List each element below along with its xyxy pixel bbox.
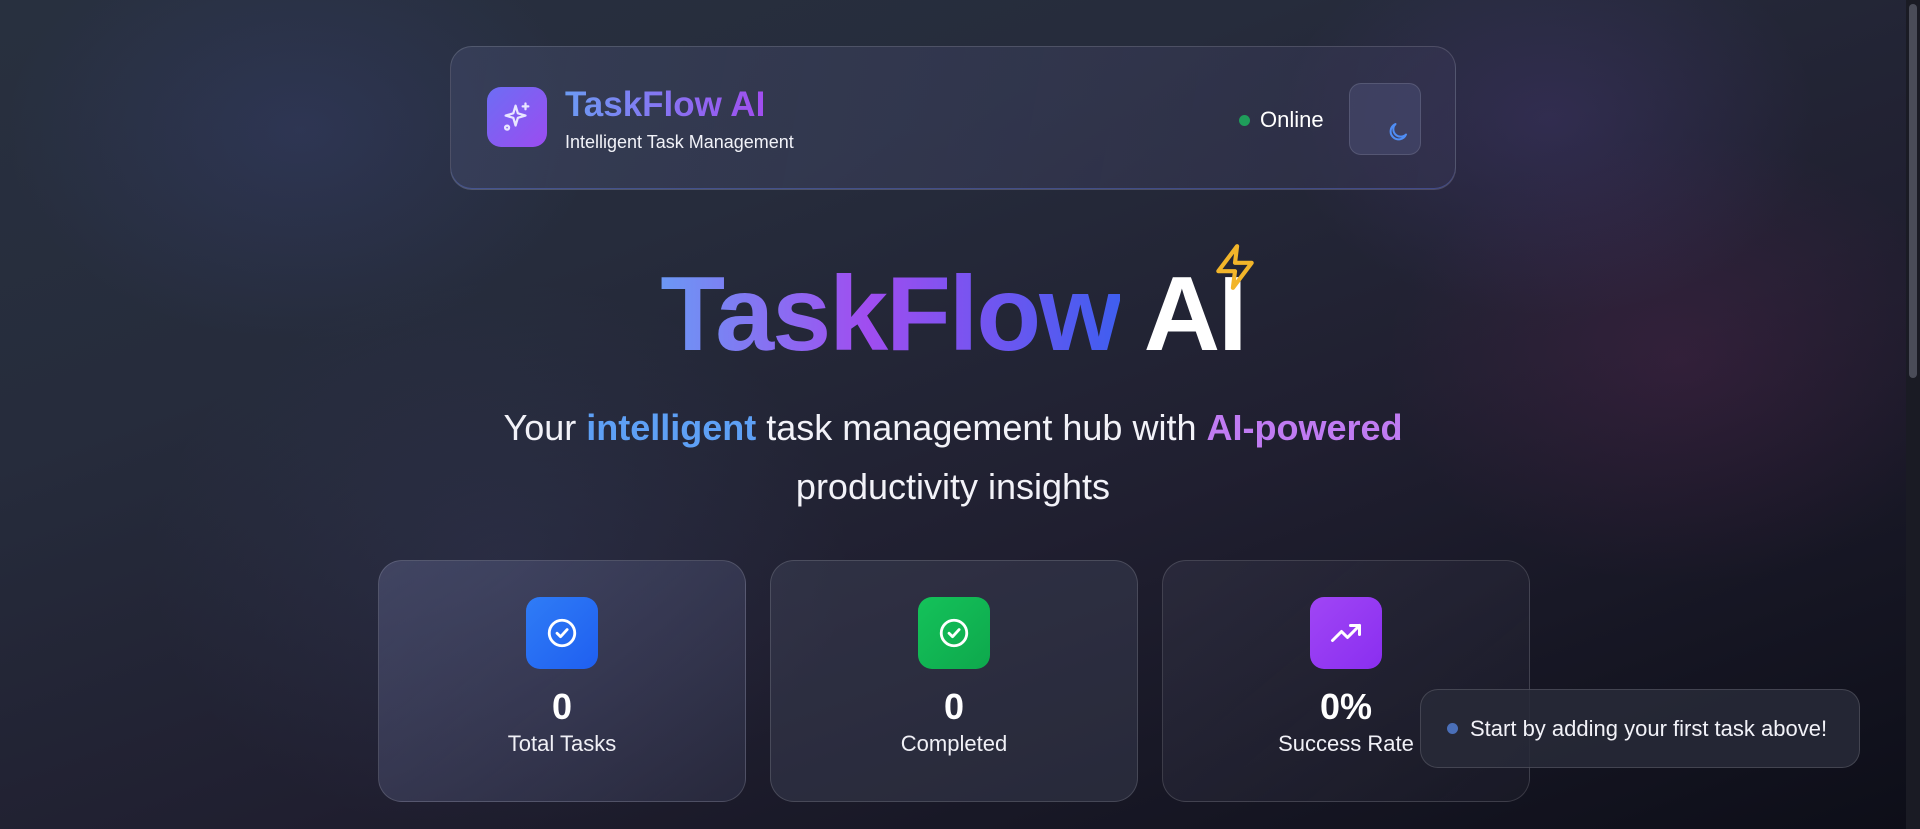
toast-notification: Start by adding your first task above! xyxy=(1420,689,1860,768)
stat-label: Total Tasks xyxy=(507,731,617,756)
stat-value: 0 xyxy=(943,686,965,727)
stat-card-total-tasks: 0 Total Tasks xyxy=(378,560,746,802)
hero-title: TaskFlow AI xyxy=(660,244,1254,373)
status-dot-icon xyxy=(1239,114,1250,126)
check-circle-icon xyxy=(918,597,990,669)
connection-status: Online xyxy=(1239,107,1324,133)
stat-value: 0 xyxy=(551,686,573,727)
app-header: TaskFlow AI Intelligent Task Management … xyxy=(450,46,1456,190)
tagline-highlight-ai-powered: AI-powered xyxy=(1206,407,1403,448)
stat-label: Completed xyxy=(900,731,1008,756)
tagline-highlight-intelligent: intelligent xyxy=(586,407,757,448)
tagline-text: productivity insights xyxy=(795,466,1111,507)
sparkles-icon xyxy=(487,87,547,147)
tagline-text: Your xyxy=(503,407,587,448)
stats-row: 0 Total Tasks 0 Completed 0% Success Rat… xyxy=(378,560,1530,802)
toast-message: Start by adding your first task above! xyxy=(1470,715,1828,741)
scrollbar[interactable] xyxy=(1906,0,1920,829)
info-dot-icon xyxy=(1447,723,1458,734)
hero-tagline: Your intelligent task management hub wit… xyxy=(0,398,1906,516)
moon-icon xyxy=(1389,123,1407,141)
app-subtitle: Intelligent Task Management xyxy=(565,132,794,152)
check-circle-icon xyxy=(526,597,598,669)
scrollbar-thumb[interactable] xyxy=(1909,4,1917,378)
hero: TaskFlow AI xyxy=(0,244,1906,373)
stat-card-completed: 0 Completed xyxy=(770,560,1138,802)
hero-title-gradient: TaskFlow xyxy=(660,255,1121,373)
trending-up-icon xyxy=(1310,597,1382,669)
tagline-text: task management hub with xyxy=(756,407,1207,448)
app-title: TaskFlow AI xyxy=(565,85,766,124)
theme-toggle-button[interactable] xyxy=(1349,83,1421,155)
status-label: Online xyxy=(1260,107,1324,132)
lightning-bolt-icon xyxy=(1215,244,1254,290)
